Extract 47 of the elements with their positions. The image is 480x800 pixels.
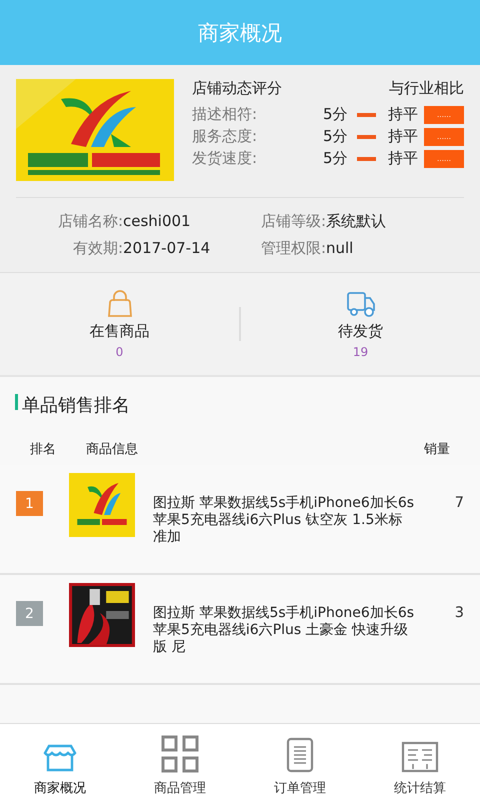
nav-tab[interactable]: 统计结算 (360, 724, 480, 800)
compare-title: 与行业相比 (389, 79, 464, 98)
rank-badge: 2 (16, 601, 43, 626)
page-title: 商家概况 (198, 20, 282, 46)
section-title: 单品销售排名 (22, 394, 130, 417)
shop-icon (43, 743, 77, 773)
column-header: 排名 (30, 441, 57, 458)
info-label: 店铺等级: (260, 212, 326, 231)
bag-icon (106, 290, 132, 318)
stat-label: 在售商品 (90, 322, 150, 340)
nav-tab[interactable]: 商品管理 (120, 724, 240, 800)
document-icon (286, 737, 314, 773)
info-value: null (326, 239, 354, 258)
column-header: 商品信息 (86, 441, 139, 458)
rating-title: 店铺动态评分 (192, 79, 282, 98)
rating-score: 5分 (323, 127, 349, 146)
info-label: 有效期: (72, 239, 123, 258)
product-name: 图拉斯 苹果数据线5s手机iPhone6加长6s苹果5充电器线i6六Plus 钛空灰 1.5米标准加 (153, 495, 415, 546)
dash-icon (357, 112, 376, 116)
sales-count: 3 (454, 605, 464, 621)
rank-badge: 1 (16, 491, 43, 516)
stat-count: 19 (352, 344, 368, 358)
sales-count: 7 (454, 495, 464, 511)
info-value: ceshi001 (123, 212, 191, 231)
product-name: 图拉斯 苹果数据线5s手机iPhone6加长6s苹果5充电器线i6六Plus 土豪金 快速升级版 尼 (153, 605, 415, 656)
truck-icon (346, 290, 376, 318)
stat-label: 待发货 (338, 322, 383, 340)
column-header: 销量 (424, 441, 450, 458)
rating-label: 发货速度: (192, 149, 258, 168)
nav-tab[interactable]: 订单管理 (240, 724, 360, 800)
ledger-icon (401, 741, 439, 773)
dash-icon (357, 156, 376, 160)
rating-score: 5分 (323, 149, 349, 168)
rating-label: 描述相符: (192, 105, 258, 124)
info-label: 店铺名称: (56, 212, 123, 231)
rating-trend: 持平 (388, 105, 418, 124)
rating-label: 服务态度: (192, 127, 258, 146)
stat-count: 0 (116, 344, 124, 358)
dash-icon (357, 134, 376, 138)
grid-icon (161, 735, 199, 773)
info-value: 2017-07-14 (123, 239, 210, 258)
rating-score: 5分 (323, 105, 349, 124)
info-label: 管理权限: (260, 239, 326, 258)
rating-trend: 持平 (388, 149, 418, 168)
nav-tab[interactable]: 商家概况 (0, 724, 120, 800)
info-value: 系统默认 (326, 212, 386, 231)
rating-trend: 持平 (388, 127, 418, 146)
